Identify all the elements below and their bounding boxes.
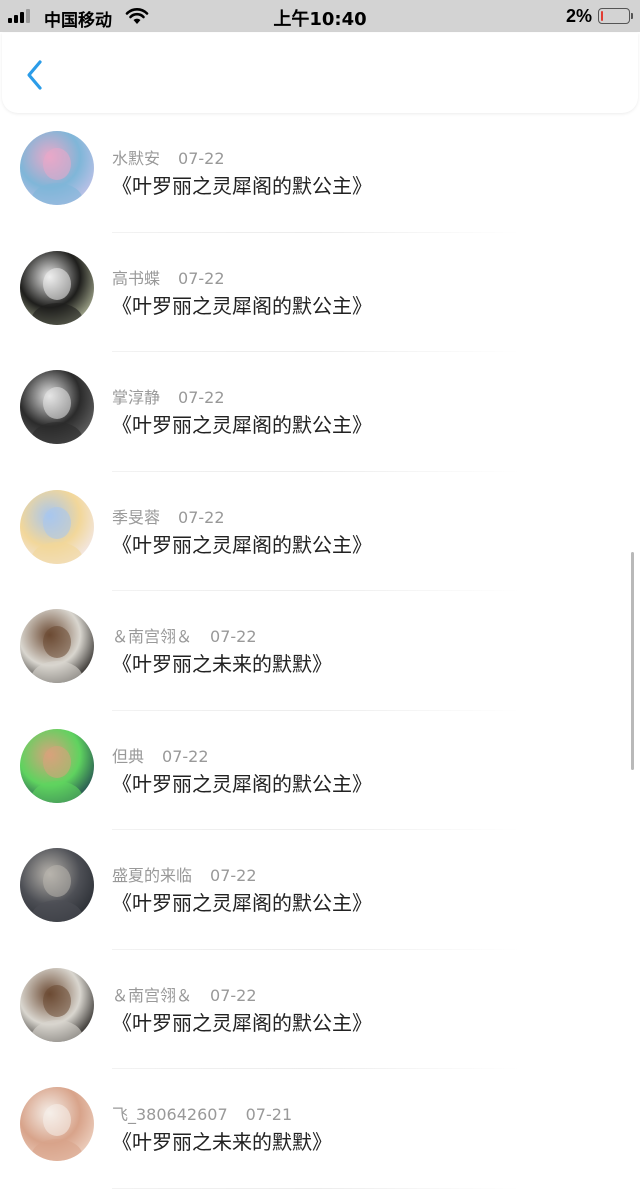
username[interactable]: ＆南宫翎＆	[112, 986, 192, 1005]
battery-percentage: 2%	[565, 6, 592, 26]
list-item[interactable]: 高书蝶 07-22 《叶罗丽之灵犀阁的默公主》	[0, 233, 640, 352]
divider	[112, 1187, 520, 1189]
username[interactable]: 飞_380642607	[112, 1105, 228, 1124]
book-title[interactable]: 《叶罗丽之灵犀阁的默公主》	[112, 290, 372, 319]
list-item[interactable]: ＆南宫翎＆ 07-22 《叶罗丽之未来的默默》	[0, 591, 640, 711]
date: 07-22	[210, 985, 257, 1005]
comment-meta: 飞_380642607 07-21	[112, 1101, 292, 1125]
date: 07-22	[178, 268, 225, 288]
date: 07-22	[178, 149, 225, 168]
book-title[interactable]: 《叶罗丽之灵犀阁的默公主》	[112, 887, 372, 916]
username[interactable]: 季旻蓉	[112, 508, 160, 527]
date: 07-22	[162, 746, 209, 766]
battery-icon	[598, 8, 633, 24]
username[interactable]: 水默安	[112, 149, 160, 168]
username[interactable]: 但典	[112, 747, 144, 766]
avatar[interactable]	[20, 848, 94, 922]
username[interactable]: 高书蝶	[112, 269, 160, 288]
status-bar: 中国移动 上午10:40 2%	[0, 0, 640, 32]
book-title[interactable]: 《叶罗丽之未来的默默》	[112, 1126, 332, 1155]
avatar[interactable]	[20, 728, 94, 803]
comment-meta: 但典 07-22	[112, 743, 209, 767]
chevron-left-icon	[27, 60, 42, 90]
book-title[interactable]: 《叶罗丽之灵犀阁的默公主》	[112, 529, 372, 558]
date: 07-22	[178, 507, 225, 527]
scrollbar[interactable]	[631, 552, 634, 770]
back-button[interactable]	[20, 55, 50, 95]
username[interactable]: 盛夏的来临	[112, 866, 192, 885]
username[interactable]: 掌淳静	[112, 388, 160, 407]
comment-meta: 季旻蓉 07-22	[112, 504, 225, 528]
comment-list: 水默安 07-22 《叶罗丽之灵犀阁的默公主》 高书蝶 07-22 《叶罗丽之灵犀阁的默公…	[0, 113, 640, 1189]
avatar[interactable]	[20, 131, 94, 205]
avatar[interactable]	[20, 1087, 94, 1161]
list-item[interactable]: 水默安 07-22 《叶罗丽之灵犀阁的默公主》	[0, 113, 640, 233]
comment-meta: ＆南宫翎＆ 07-22	[112, 982, 257, 1006]
list-item[interactable]: 掌淳静 07-22 《叶罗丽之灵犀阁的默公主》	[0, 352, 640, 472]
list-item[interactable]: 但典 07-22 《叶罗丽之灵犀阁的默公主》	[0, 711, 640, 830]
date: 07-22	[210, 866, 257, 885]
date: 07-21	[245, 1105, 293, 1124]
nav-header	[2, 33, 638, 113]
avatar[interactable]	[20, 967, 94, 1042]
list-item[interactable]: 飞_380642607 07-21 《叶罗丽之未来的默默》	[0, 1069, 640, 1189]
book-title[interactable]: 《叶罗丽之灵犀阁的默公主》	[112, 1007, 372, 1036]
comment-meta: 盛夏的来临 07-22	[112, 862, 257, 886]
list-item[interactable]: 季旻蓉 07-22 《叶罗丽之灵犀阁的默公主》	[0, 472, 640, 591]
book-title[interactable]: 《叶罗丽之灵犀阁的默公主》	[112, 409, 372, 438]
avatar[interactable]	[20, 370, 94, 444]
comment-meta: 水默安 07-22	[112, 145, 225, 169]
clock: 上午10:40	[273, 9, 367, 30]
username[interactable]: ＆南宫翎＆	[112, 627, 192, 646]
book-title[interactable]: 《叶罗丽之灵犀阁的默公主》	[112, 768, 372, 797]
avatar[interactable]	[20, 609, 94, 683]
date: 07-22	[178, 388, 225, 407]
comment-meta: 高书蝶 07-22	[112, 265, 225, 289]
battery-level	[601, 11, 603, 21]
book-title[interactable]: 《叶罗丽之灵犀阁的默公主》	[112, 170, 372, 199]
comment-meta: 掌淳静 07-22	[112, 384, 225, 408]
comment-meta: ＆南宫翎＆ 07-22	[112, 623, 257, 647]
list-item[interactable]: 盛夏的来临 07-22 《叶罗丽之灵犀阁的默公主》	[0, 830, 640, 950]
avatar[interactable]	[20, 250, 94, 325]
list-item[interactable]: ＆南宫翎＆ 07-22 《叶罗丽之灵犀阁的默公主》	[0, 950, 640, 1069]
date: 07-22	[210, 627, 257, 646]
avatar[interactable]	[20, 489, 94, 564]
book-title[interactable]: 《叶罗丽之未来的默默》	[112, 648, 332, 677]
